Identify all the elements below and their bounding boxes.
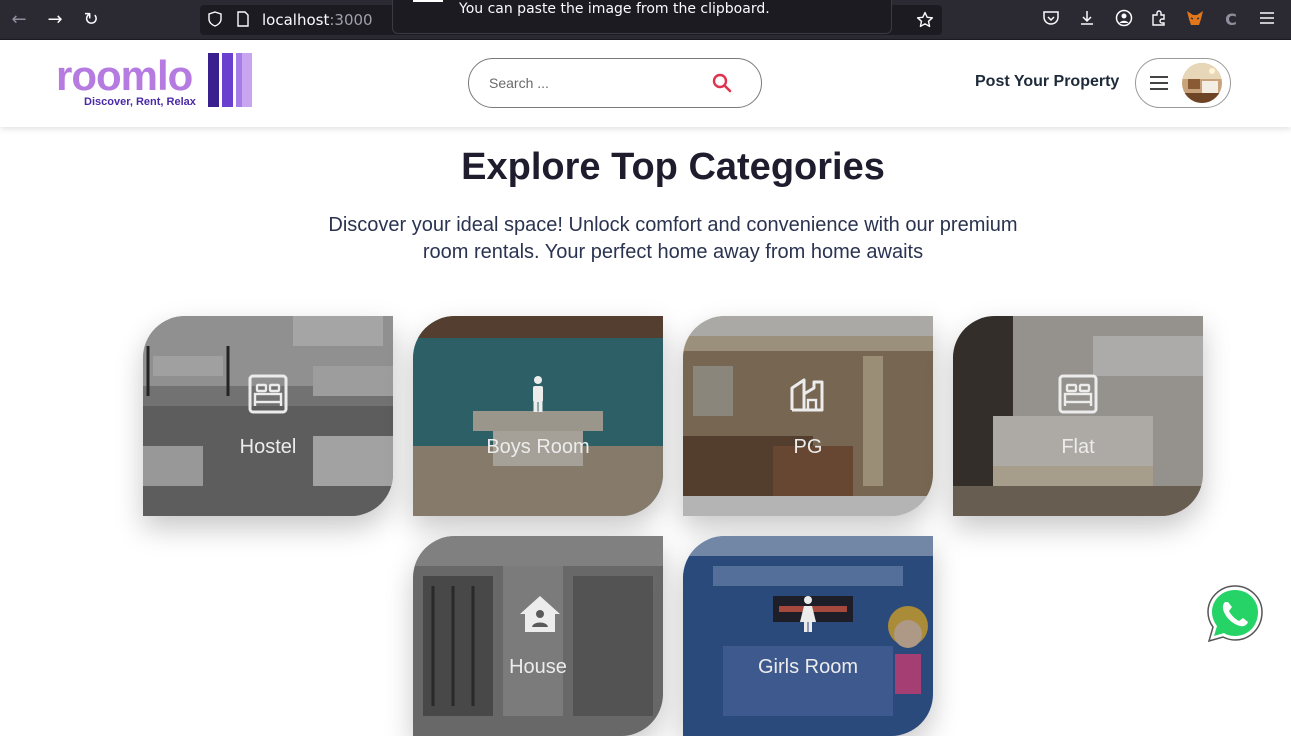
female-icon	[788, 594, 828, 634]
tooltip-text: You can paste the image from the clipboa…	[459, 1, 770, 17]
page-subtitle: Discover your ideal space! Unlock comfor…	[328, 214, 1018, 263]
shield-icon[interactable]	[206, 11, 224, 29]
search-icon[interactable]	[711, 72, 733, 94]
card-overlay	[413, 316, 663, 516]
house-user-icon	[518, 594, 560, 634]
logo-wordmark: roomlo	[56, 52, 193, 99]
menu-icon[interactable]	[1256, 9, 1278, 31]
category-card-hostel[interactable]: Hostel	[143, 316, 393, 516]
page-title: Explore Top Categories	[461, 146, 885, 188]
page-icon	[234, 11, 252, 29]
site-header: roomlo Discover, Rent, Relax Post Your P…	[0, 40, 1291, 127]
metamask-icon[interactable]	[1184, 9, 1206, 31]
card-label: PG	[793, 436, 823, 458]
account-icon[interactable]	[1113, 9, 1135, 31]
bed-icon	[1058, 374, 1098, 414]
back-icon[interactable]: ←	[7, 8, 31, 32]
card-overlay	[143, 316, 393, 516]
search-input[interactable]	[489, 73, 699, 93]
card-label: Boys Room	[486, 436, 590, 458]
male-icon	[518, 374, 558, 414]
paste-tooltip: You can paste the image from the clipboa…	[392, 0, 892, 34]
bed-icon	[248, 374, 288, 414]
card-overlay	[683, 536, 933, 736]
logo-bar-2	[222, 53, 233, 107]
user-menu-button[interactable]	[1135, 58, 1231, 108]
logo-bar-4	[242, 53, 252, 107]
card-label: Girls Room	[757, 656, 858, 678]
whatsapp-button[interactable]	[1203, 582, 1267, 646]
card-label: House	[509, 656, 567, 678]
reload-icon[interactable]: ↻	[79, 8, 103, 32]
card-overlay	[413, 536, 663, 736]
download-icon[interactable]	[1076, 9, 1098, 31]
card-label: Flat	[1061, 436, 1095, 458]
category-card-house[interactable]: House	[413, 536, 663, 736]
logo[interactable]: roomlo Discover, Rent, Relax	[56, 52, 256, 112]
pocket-icon[interactable]	[1040, 9, 1062, 31]
whatsapp-icon	[1207, 585, 1263, 643]
building-icon	[788, 374, 828, 414]
logo-bar-1	[208, 53, 219, 107]
avatar	[1182, 63, 1222, 103]
extension-c-icon[interactable]: C	[1220, 9, 1242, 31]
tooltip-notch	[413, 0, 443, 2]
category-card-pg[interactable]: PG	[683, 316, 933, 516]
browser-toolbar: ← → ↻ localhost:3000 You can paste the i…	[0, 0, 1291, 40]
card-overlay	[683, 316, 933, 516]
category-card-girls-room[interactable]: Girls Room	[683, 536, 933, 736]
logo-tagline: Discover, Rent, Relax	[84, 96, 196, 108]
bookmark-star-icon[interactable]	[916, 11, 934, 29]
category-card-boys-room[interactable]: Boys Room	[413, 316, 663, 516]
hamburger-icon	[1150, 76, 1168, 90]
card-label: Hostel	[239, 436, 297, 458]
url-text: localhost:3000	[262, 11, 373, 29]
card-overlay	[953, 316, 1203, 516]
category-card-flat[interactable]: Flat	[953, 316, 1203, 516]
forward-icon[interactable]: →	[43, 8, 67, 32]
search-box	[468, 58, 762, 108]
extensions-icon[interactable]	[1148, 9, 1170, 31]
post-property-link[interactable]: Post Your Property	[975, 73, 1119, 91]
